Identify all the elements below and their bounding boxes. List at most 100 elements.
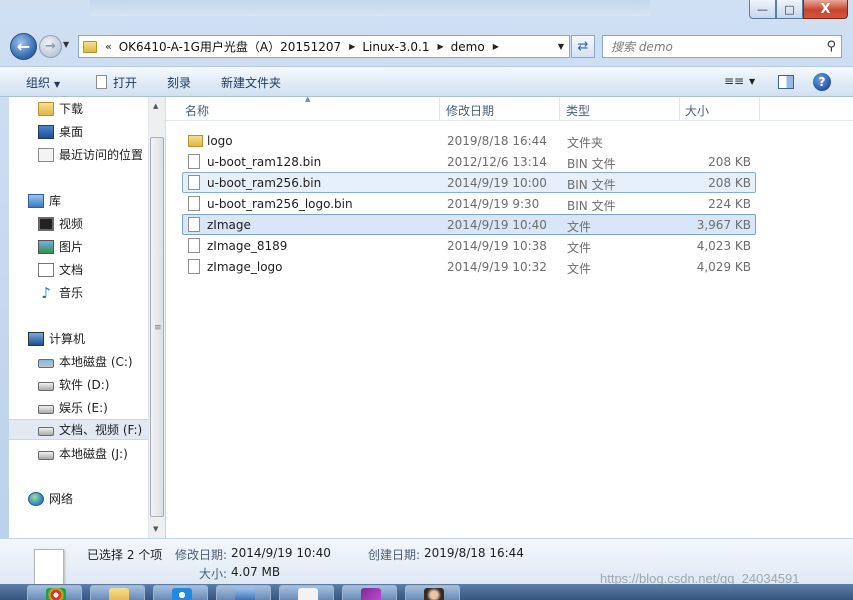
file-row-u-boot-ram256[interactable]: u-boot_ram256.bin 2014/9/19 10:00 BIN 文件… [182,172,756,193]
document-icon [96,75,107,89]
picture-icon [38,239,54,254]
window-controls: — □ X [749,0,848,19]
file-icon [188,238,200,253]
taskbar-explorer-button[interactable] [90,585,145,600]
file-row-zimage-8189[interactable]: zImage_8189 2014/9/19 10:38 文件 4,023 KB [182,235,756,256]
system-drive-icon [38,359,54,368]
file-row-zimage[interactable]: zImage 2014/9/19 10:40 文件 3,967 KB [182,214,756,235]
navigation-scrollbar[interactable]: ▲ ≡ ▼ [148,97,165,538]
folder-icon [188,135,203,147]
address-overflow[interactable]: « [105,40,112,53]
file-type: BIN 文件 [567,178,616,192]
file-row-u-boot-ram128[interactable]: u-boot_ram128.bin 2012/12/6 13:14 BIN 文件… [182,151,756,172]
column-name[interactable]: 名称 [185,102,209,119]
search-box[interactable]: ⚲ [602,35,842,58]
nav-item-computer[interactable]: 计算机 [28,328,168,349]
nav-item-network[interactable]: 网络 [28,488,168,509]
recent-pages-dropdown[interactable]: ▼ [63,40,69,49]
file-date: 2014/9/19 10:40 [447,218,547,232]
column-divider[interactable] [439,97,440,121]
nav-item-drive-f[interactable]: 文档、视频 (F:) [9,419,149,440]
navigation-row: ← → ▼ « OK6410-A-1G用户光盘（A）20151207 ▶ Lin… [0,30,853,62]
video-icon [38,216,54,231]
close-button[interactable]: X [803,0,848,19]
column-type[interactable]: 类型 [566,102,590,119]
folder-icon [83,40,97,53]
file-icon [188,259,200,274]
maximize-button[interactable]: □ [776,0,803,19]
scroll-down-icon[interactable]: ▼ [153,525,158,533]
arrow-right-icon: → [45,39,56,54]
column-size[interactable]: 大小 [685,102,709,119]
column-divider[interactable] [559,97,560,121]
taskbar-chrome-button[interactable] [27,585,82,600]
avatar [424,588,444,600]
breadcrumb-linux[interactable]: Linux-3.0.1 [362,40,429,54]
back-button[interactable]: ← [10,33,37,60]
taskbar-document-button[interactable] [279,585,334,600]
music-icon: ♪ [41,283,51,302]
modified-label: 修改日期: [175,548,228,562]
file-date: 2012/12/6 13:14 [447,155,547,169]
file-row-logo[interactable]: logo 2019/8/18 16:44 文件夹 [182,130,756,151]
column-date[interactable]: 修改日期 [446,102,494,119]
scroll-up-icon[interactable]: ▲ [153,102,158,110]
column-divider[interactable] [679,97,680,121]
new-folder-button[interactable]: 新建文件夹 [221,74,281,91]
created-value: 2019/8/18 16:44 [424,546,524,560]
help-icon[interactable]: ? [813,73,831,91]
network-icon [28,491,44,506]
file-row-u-boot-ram256-logo[interactable]: u-boot_ram256_logo.bin 2014/9/19 9:30 BI… [182,193,756,214]
breadcrumb-demo[interactable]: demo [451,40,485,54]
view-options-icon[interactable]: ≡≡ [724,74,744,88]
chevron-down-icon[interactable]: ▼ [558,42,564,51]
folder-icon [38,101,54,116]
explorer-window: — □ X ← → ▼ « OK6410-A-1G用户光盘（A）20151207… [0,0,853,584]
nav-item-libraries[interactable]: 库 [28,190,168,211]
breadcrumb-separator-icon[interactable]: ▶ [349,42,355,51]
breadcrumb-separator-icon[interactable]: ▶ [438,42,444,51]
document-icon [38,262,54,277]
search-input[interactable] [611,39,816,54]
column-divider[interactable] [759,97,760,121]
scrollbar-thumb[interactable]: ≡ [150,137,164,517]
file-name: zImage [207,218,251,232]
drive-icon [38,427,54,436]
chevron-down-icon: ▼ [54,80,61,89]
size-value: 4.07 MB [231,565,281,579]
address-bar[interactable]: « OK6410-A-1G用户光盘（A）20151207 ▶ Linux-3.0… [78,35,570,58]
file-size: 3,967 KB [696,218,751,232]
desktop-icon [38,124,54,139]
file-icon [188,175,200,190]
file-date: 2019/8/18 16:44 [447,134,547,148]
taskbar-photo-button[interactable] [405,585,460,600]
taskbar-editor-button[interactable] [342,585,397,600]
file-row-zimage-logo[interactable]: zImage_logo 2014/9/19 10:32 文件 4,029 KB [182,256,756,277]
file-name: logo [207,134,233,148]
breadcrumb-disc[interactable]: OK6410-A-1G用户光盘（A）20151207 [119,38,341,55]
search-icon[interactable]: ⚲ [826,39,836,54]
file-date: 2014/9/19 9:30 [447,197,540,211]
refresh-button[interactable]: ⇄ [571,35,595,58]
taskbar-network-button[interactable] [216,585,271,600]
open-button[interactable]: 打开 [96,74,137,91]
preview-pane-icon[interactable] [778,75,794,89]
file-name: u-boot_ram128.bin [207,155,322,169]
drive-icon [38,382,54,391]
chevron-down-icon[interactable]: ▼ [749,77,755,86]
file-type: BIN 文件 [567,157,616,171]
forward-button[interactable]: → [39,35,62,58]
file-name: zImage_logo [207,260,283,274]
burn-button[interactable]: 刻录 [167,74,191,91]
open-label: 打开 [113,76,138,90]
taskbar-app-button[interactable] [153,585,208,600]
watermark: https://blog.csdn.net/qq_24034591 [600,571,800,586]
grip-icon: ≡ [154,323,162,333]
file-name: zImage_8189 [207,239,288,253]
file-type: 文件 [567,262,592,276]
file-list: ▲ 名称 修改日期 类型 大小 logo 2019/8/18 16:44 文件夹… [166,95,853,538]
minimize-button[interactable]: — [749,0,776,19]
command-bar: 组织 ▼ 打开 刻录 新建文件夹 ≡≡ ▼ ? [0,66,853,97]
organize-button[interactable]: 组织 ▼ [26,74,60,91]
breadcrumb-separator-icon[interactable]: ▶ [493,42,499,51]
